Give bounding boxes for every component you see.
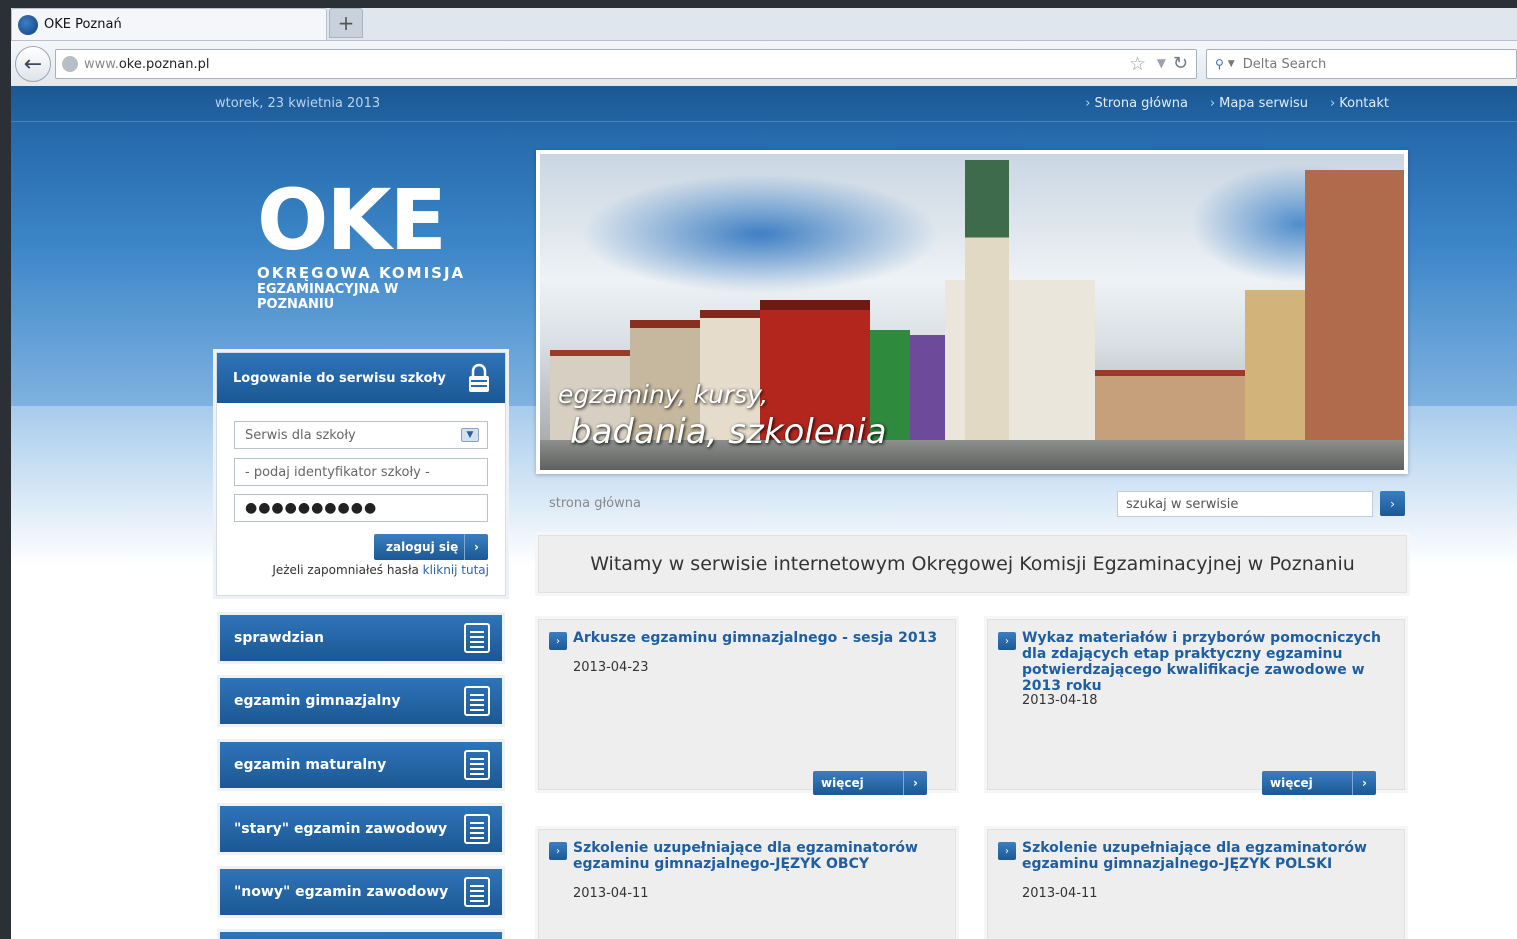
- back-button[interactable]: ←: [15, 46, 51, 82]
- link-home[interactable]: Strona główna: [1085, 96, 1187, 111]
- top-links: Strona główna Mapa serwisu Kontakt: [1085, 96, 1389, 111]
- logo-line-1: OKRĘGOWA KOMISJA: [257, 264, 466, 282]
- globe-icon: [62, 56, 78, 72]
- arrow-right-icon: ›: [549, 632, 567, 650]
- top-bar: wtorek, 23 kwietnia 2013 Strona główna M…: [11, 86, 1517, 122]
- url-domain: oke.poznan.pl: [118, 56, 210, 72]
- banner-tower: [965, 160, 1009, 470]
- banner-caption-2: badania, szkolenia: [570, 412, 887, 452]
- more-button[interactable]: więcej ›: [1262, 771, 1376, 795]
- welcome-banner: Witamy w serwisie internetowym Okręgowej…: [538, 535, 1407, 593]
- menu-item-label: "stary" egzamin zawodowy: [234, 821, 448, 837]
- new-tab-button[interactable]: +: [329, 8, 363, 38]
- hero-banner: egzaminy, kursy, badania, szkolenia: [536, 150, 1408, 474]
- link-sitemap[interactable]: Mapa serwisu: [1210, 96, 1308, 111]
- back-arrow-icon: ←: [23, 51, 43, 77]
- document-icon: [464, 686, 490, 716]
- url-prefix: www.: [84, 56, 119, 72]
- arrow-right-icon: ›: [464, 534, 488, 560]
- breadcrumb[interactable]: strona główna: [549, 496, 641, 511]
- logo-mark: OKE: [257, 171, 447, 269]
- address-bar[interactable]: www. oke.poznan.pl ☆ ▼ ↻: [55, 49, 1197, 79]
- forgot-password-link[interactable]: kliknij tutaj: [423, 563, 489, 577]
- news-title[interactable]: Wykaz materiałów i przyborów pomocniczyc…: [1022, 630, 1408, 694]
- site-favicon-icon: [18, 14, 38, 35]
- menu-item-sprawdzian[interactable]: sprawdzian: [220, 615, 502, 661]
- menu-item-label: egzamin gimnazjalny: [234, 693, 401, 709]
- news-date: 2013-04-18: [1022, 693, 1098, 708]
- browser-tab[interactable]: OKE Poznań: [11, 8, 327, 40]
- history-dropdown-icon[interactable]: ▼: [1157, 56, 1166, 70]
- arrow-right-icon: ›: [998, 842, 1016, 860]
- news-item: › Szkolenie uzupełniające dla egzaminato…: [987, 829, 1405, 939]
- web-page: wtorek, 23 kwietnia 2013 Strona główna M…: [11, 86, 1517, 939]
- login-button-label: zaloguj się: [386, 540, 459, 554]
- oke-logo[interactable]: OKE OKRĘGOWA KOMISJA EGZAMINACYJNA W POZ…: [257, 171, 467, 312]
- lock-icon: [469, 363, 489, 392]
- menu-item-egzamin-maturalny[interactable]: egzamin maturalny: [220, 742, 502, 788]
- arrow-right-icon: ›: [903, 771, 927, 795]
- arrow-right-icon: ›: [549, 842, 567, 860]
- news-title[interactable]: Szkolenie uzupełniające dla egzaminatoró…: [1022, 840, 1408, 872]
- news-date: 2013-04-23: [573, 660, 649, 675]
- document-icon: [464, 877, 490, 907]
- menu-item-egzamin-gimnazjalny[interactable]: egzamin gimnazjalny: [220, 678, 502, 724]
- more-button[interactable]: więcej ›: [813, 771, 927, 795]
- more-button-label: więcej: [1270, 776, 1313, 790]
- search-icon: ⚲: [1215, 57, 1224, 71]
- logo-line-2: EGZAMINACYJNA W POZNANIU: [257, 282, 399, 312]
- news-item: › Szkolenie uzupełniające dla egzaminato…: [538, 829, 956, 939]
- password-input[interactable]: ●●●●●●●●●●: [234, 494, 488, 522]
- tab-title: OKE Poznań: [44, 17, 122, 32]
- browser-search-placeholder: Delta Search: [1242, 56, 1327, 72]
- service-select-value: Serwis dla szkoły: [245, 427, 356, 443]
- news-item: › Wykaz materiałów i przyborów pomocnicz…: [987, 619, 1408, 795]
- service-select[interactable]: Serwis dla szkoły ▼: [234, 421, 488, 449]
- browser-search-box[interactable]: ⚲ ▼ Delta Search: [1206, 49, 1517, 79]
- login-title: Logowanie do serwisu szkoły: [233, 370, 446, 386]
- forgot-password: Jeżeli zapomniałeś hasła kliknij tutaj: [217, 563, 489, 577]
- document-icon: [464, 814, 490, 844]
- document-icon: [464, 623, 490, 653]
- arrow-right-icon: ›: [1352, 771, 1376, 795]
- forgot-text: Jeżeli zapomniałeś hasła: [272, 563, 423, 577]
- site-search-button[interactable]: ›: [1380, 491, 1405, 516]
- news-title[interactable]: Szkolenie uzupełniające dla egzaminatoró…: [573, 840, 959, 872]
- document-icon: [464, 750, 490, 780]
- navigation-bar: ← www. oke.poznan.pl ☆ ▼ ↻ ⚲ ▼ Delta Sear…: [11, 40, 1517, 86]
- current-date: wtorek, 23 kwietnia 2013: [215, 96, 381, 111]
- link-contact[interactable]: Kontakt: [1330, 96, 1389, 111]
- login-button[interactable]: zaloguj się ›: [374, 534, 488, 560]
- menu-item-nowy-egzamin-zawodowy[interactable]: "nowy" egzamin zawodowy: [220, 869, 502, 915]
- menu-item-label: egzamin maturalny: [234, 757, 387, 773]
- poznan-old-town-image: egzaminy, kursy, badania, szkolenia: [540, 154, 1404, 470]
- reload-icon[interactable]: ↻: [1173, 53, 1188, 74]
- arrow-right-icon: ›: [1390, 496, 1395, 511]
- arrow-right-icon: ›: [998, 632, 1016, 650]
- more-button-label: więcej: [821, 776, 864, 790]
- menu-item-stary-egzamin-zawodowy[interactable]: "stary" egzamin zawodowy: [220, 806, 502, 852]
- banner-caption-1: egzaminy, kursy,: [558, 380, 769, 409]
- bookmark-star-icon[interactable]: ☆: [1129, 53, 1146, 75]
- site-search-input[interactable]: szukaj w serwisie: [1117, 491, 1373, 517]
- banner-building: [1305, 170, 1404, 470]
- browser-chrome: OKE Poznań + ← www. oke.poznan.pl ☆ ▼ ↻ ⚲…: [11, 8, 1517, 86]
- news-date: 2013-04-11: [573, 886, 649, 901]
- login-header: Logowanie do serwisu szkoły: [217, 353, 505, 403]
- chevron-down-icon: ▼: [461, 428, 479, 442]
- search-engine-dropdown-icon[interactable]: ▼: [1228, 59, 1235, 69]
- menu-item-label: "nowy" egzamin zawodowy: [234, 884, 449, 900]
- menu-item-label: sprawdzian: [234, 630, 325, 646]
- news-item: › Arkusze egzaminu gimnazjalnego - sesja…: [538, 619, 959, 795]
- login-box: Logowanie do serwisu szkoły Serwis dla s…: [216, 352, 506, 596]
- school-id-input[interactable]: - podaj identyfikator szkoły -: [234, 458, 488, 486]
- banner-sky-cloud: [580, 174, 940, 294]
- news-title[interactable]: Arkusze egzaminu gimnazjalnego - sesja 2…: [573, 630, 959, 646]
- menu-item-more[interactable]: [220, 932, 502, 939]
- news-date: 2013-04-11: [1022, 886, 1098, 901]
